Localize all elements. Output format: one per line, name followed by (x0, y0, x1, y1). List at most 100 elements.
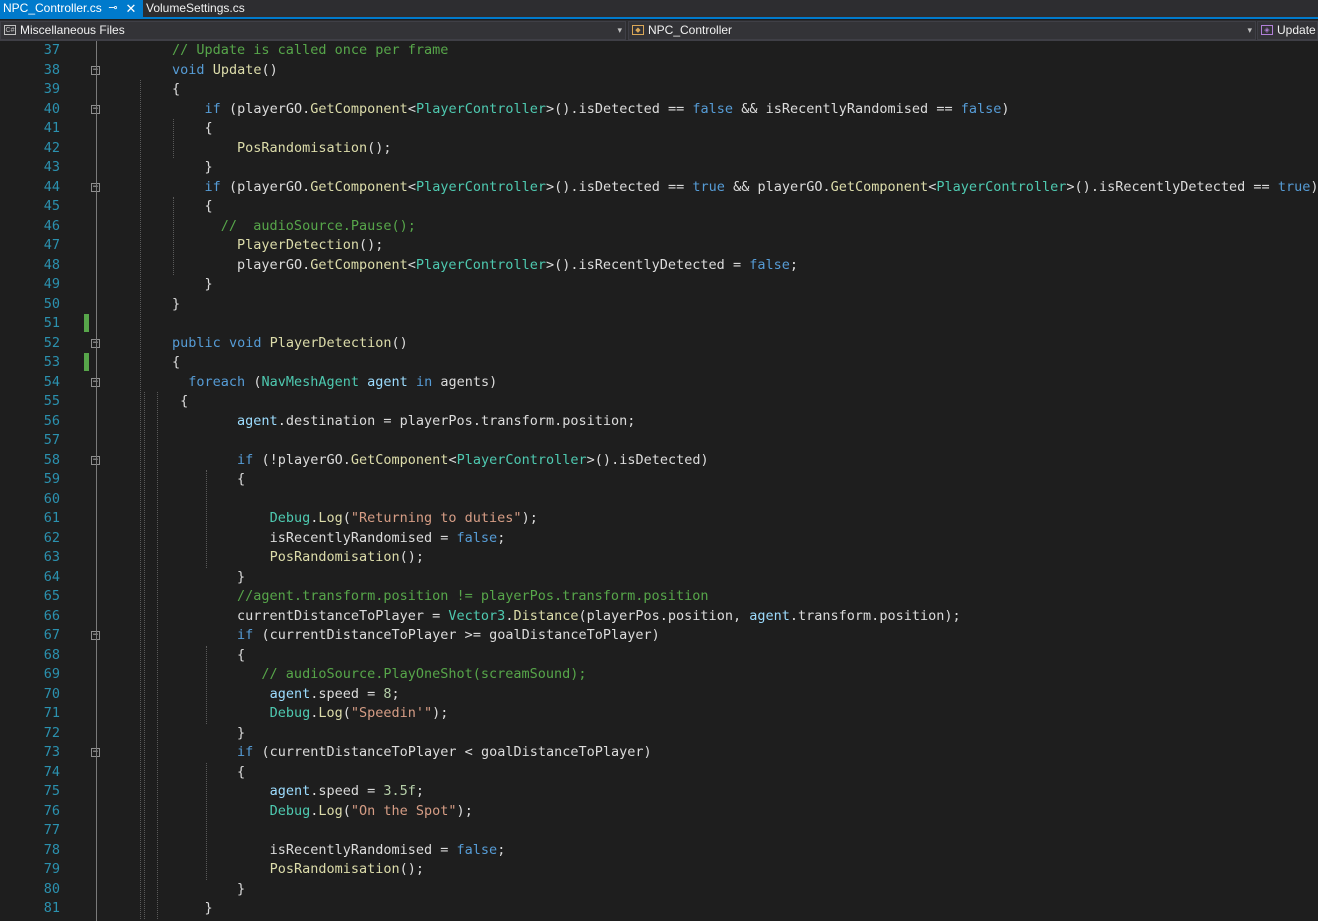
code-line[interactable]: Debug.Log("Speedin'"); (107, 704, 1318, 724)
code-line[interactable]: foreach (NavMeshAgent agent in agents) (107, 373, 1318, 393)
chevron-down-icon: ▾ (617, 25, 622, 35)
code-line[interactable]: agent.speed = 8; (107, 685, 1318, 705)
code-line[interactable]: { (107, 392, 1318, 412)
line-number-margin: 37 38 39 40 41 42 43 44 45 46 47 48 49 50 51 52 53 54 55 56… (0, 41, 60, 921)
line-number: 50 (43, 295, 60, 312)
method-icon: ◈ (1261, 25, 1273, 35)
visual-studio-window: NPC_Controller.cs ⊸ ✕ VolumeSettings.cs … (0, 0, 1318, 921)
chevron-down-icon: ▾ (1247, 25, 1252, 35)
project-label: Miscellaneous Files (20, 23, 125, 37)
code-line[interactable] (107, 431, 1318, 451)
code-line[interactable]: } (107, 899, 1318, 919)
code-line[interactable]: agent.destination = playerPos.transform.… (107, 412, 1318, 432)
type-label: NPC_Controller (648, 23, 733, 37)
code-line[interactable]: agent.speed = 3.5f; (107, 782, 1318, 802)
close-icon[interactable]: ✕ (124, 0, 138, 17)
change-marker (84, 353, 89, 371)
line-number: 39 (43, 81, 60, 97)
line-number: 77 (43, 822, 60, 838)
code-line[interactable] (107, 314, 1318, 334)
tab-label: NPC_Controller.cs (3, 1, 102, 15)
code-line[interactable]: { (107, 197, 1318, 217)
code-line[interactable]: public void PlayerDetection() (107, 334, 1318, 354)
csharp-file-icon: C# (4, 25, 16, 35)
member-dropdown[interactable]: ◈ Update (1257, 21, 1318, 40)
line-number: 69 (43, 666, 60, 682)
line-number: 67 (43, 627, 60, 643)
line-number: 48 (43, 256, 60, 273)
code-line[interactable] (107, 821, 1318, 841)
code-line[interactable]: { (107, 119, 1318, 139)
code-line[interactable]: } (107, 295, 1318, 315)
line-number: 75 (43, 783, 60, 799)
line-number: 56 (43, 412, 60, 429)
tab-npc-controller[interactable]: NPC_Controller.cs ⊸ ✕ (0, 0, 143, 17)
code-line[interactable]: { (107, 470, 1318, 490)
code-line[interactable]: isRecentlyRandomised = false; (107, 529, 1318, 549)
line-number: 60 (43, 490, 60, 507)
code-line[interactable]: if (currentDistanceToPlayer < goalDistan… (107, 743, 1318, 763)
line-number: 41 (43, 120, 60, 136)
code-line[interactable]: { (107, 353, 1318, 373)
line-number: 52 (43, 334, 60, 351)
line-number: 46 (43, 217, 60, 234)
code-line[interactable]: if (!playerGO.GetComponent<PlayerControl… (107, 451, 1318, 471)
project-dropdown[interactable]: C# Miscellaneous Files ▾ (0, 21, 626, 40)
code-line[interactable]: // audioSource.Pause(); (107, 217, 1318, 237)
line-number: 57 (43, 432, 60, 448)
code-line[interactable]: PosRandomisation(); (107, 860, 1318, 880)
pin-icon[interactable]: ⊸ (106, 0, 120, 17)
type-dropdown[interactable]: ◆ NPC_Controller ▾ (628, 21, 1256, 40)
line-number: 78 (43, 841, 60, 858)
line-number: 55 (43, 393, 60, 409)
line-number: 53 (43, 354, 60, 370)
line-number: 68 (43, 646, 60, 663)
code-line[interactable]: } (107, 568, 1318, 588)
line-number: 70 (43, 685, 60, 702)
line-number: 40 (43, 100, 60, 117)
change-marker (84, 314, 89, 332)
code-line[interactable]: } (107, 724, 1318, 744)
code-line[interactable] (107, 490, 1318, 510)
code-line[interactable]: if (currentDistanceToPlayer >= goalDista… (107, 626, 1318, 646)
code-line[interactable]: void Update() (107, 61, 1318, 81)
code-line[interactable]: // audioSource.PlayOneShot(screamSound); (107, 665, 1318, 685)
code-line[interactable]: } (107, 275, 1318, 295)
line-number: 58 (43, 451, 60, 468)
line-number: 45 (43, 198, 60, 214)
code-line[interactable]: { (107, 763, 1318, 783)
code-line[interactable]: PlayerDetection(); (107, 236, 1318, 256)
code-line[interactable]: Debug.Log("Returning to duties"); (107, 509, 1318, 529)
code-line[interactable]: { (107, 646, 1318, 666)
code-line[interactable]: } (107, 880, 1318, 900)
code-line[interactable]: playerGO.GetComponent<PlayerController>(… (107, 256, 1318, 276)
code-line[interactable]: PosRandomisation(); (107, 548, 1318, 568)
code-line[interactable]: } (107, 158, 1318, 178)
line-number: 47 (43, 237, 60, 253)
document-tab-bar: NPC_Controller.cs ⊸ ✕ VolumeSettings.cs (0, 0, 1318, 19)
code-line[interactable]: { (107, 80, 1318, 100)
code-line[interactable]: // Update is called once per frame (107, 41, 1318, 61)
tab-label: VolumeSettings.cs (146, 1, 245, 15)
code-line[interactable]: PosRandomisation(); (107, 139, 1318, 159)
code-line[interactable]: isRecentlyRandomised = false; (107, 841, 1318, 861)
tab-volume-settings[interactable]: VolumeSettings.cs (143, 0, 253, 17)
member-label: Update (1277, 23, 1316, 37)
code-line[interactable]: Debug.Log("On the Spot"); (107, 802, 1318, 822)
code-line[interactable]: if (playerGO.GetComponent<PlayerControll… (107, 178, 1318, 198)
line-number: 65 (43, 588, 60, 604)
line-number: 49 (43, 276, 60, 292)
code-editor[interactable]: 37 38 39 40 41 42 43 44 45 46 47 48 49 50 51 52 53 54 55 56… (0, 41, 1318, 921)
line-number: 37 (43, 42, 60, 58)
class-icon: ◆ (632, 25, 644, 35)
code-line[interactable]: currentDistanceToPlayer = Vector3.Distan… (107, 607, 1318, 627)
line-number: 54 (43, 373, 60, 390)
code-line[interactable]: if (playerGO.GetComponent<PlayerControll… (107, 100, 1318, 120)
line-number: 61 (43, 510, 60, 526)
line-number: 73 (43, 744, 60, 760)
code-area[interactable]: // Update is called once per frame void … (107, 41, 1318, 921)
code-line[interactable]: //agent.transform.position != playerPos.… (107, 587, 1318, 607)
line-number: 72 (43, 724, 60, 741)
line-number: 74 (43, 763, 60, 780)
navigation-bar: C# Miscellaneous Files ▾ ◆ NPC_Controlle… (0, 20, 1318, 41)
